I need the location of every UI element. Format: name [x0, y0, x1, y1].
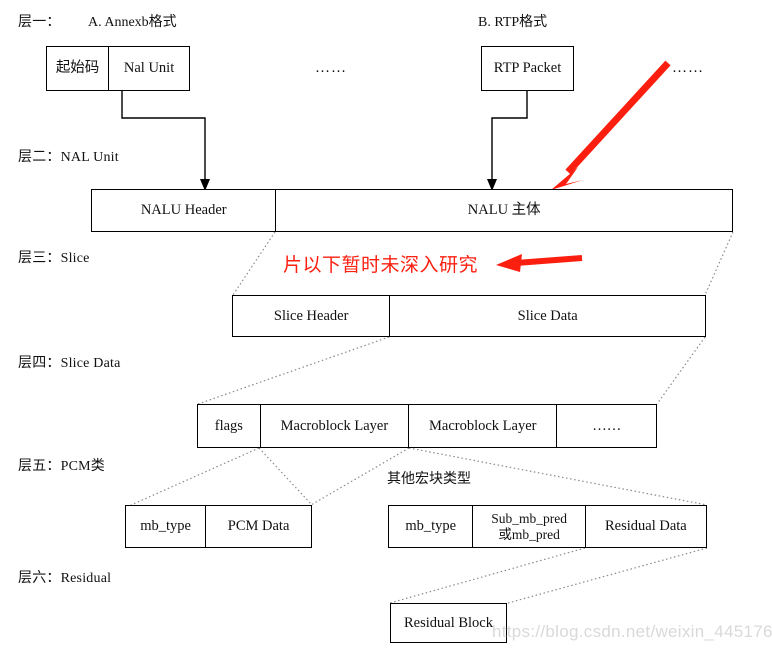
cell-other-mb-type[interactable]: mb_type [389, 506, 472, 547]
cell-macroblock-layer-2[interactable]: Macroblock Layer [408, 405, 556, 447]
layer-label-4: 层四：Slice Data [18, 356, 121, 371]
section-title-annexb: A. Annexb格式 [88, 15, 177, 30]
cell-flags[interactable]: flags [198, 405, 260, 447]
watermark-text: https://blog.csdn.net/weixin_44517656 [492, 622, 772, 641]
red-note-text: 片以下暂时未深入研究 [283, 255, 479, 276]
layer-label-3: 层三：Slice [18, 251, 90, 266]
cell-macroblock-more[interactable]: …… [556, 405, 656, 447]
layer-label-5: 层五：PCM类 [18, 459, 105, 474]
row-residual: Residual Block [390, 603, 507, 643]
row-slice-data: flags Macroblock Layer Macroblock Layer … [197, 404, 657, 448]
row-slice: Slice Header Slice Data [232, 295, 706, 337]
cell-residual-data[interactable]: Residual Data [584, 506, 706, 547]
row-pcm: mb_type PCM Data [125, 505, 312, 548]
layer-label-2: 层二：NAL Unit [18, 150, 119, 165]
cell-nalu-header[interactable]: NALU Header [92, 190, 275, 231]
diagram-canvas: 层一： 层二：NAL Unit 层三：Slice 层四：Slice Data 层… [0, 0, 772, 650]
cell-annexb-nal-unit[interactable]: Nal Unit [108, 47, 189, 90]
ellipsis-rtp-more: …… [672, 60, 704, 76]
cell-residual-block[interactable]: Residual Block [391, 604, 506, 642]
section-title-rtp: B. RTP格式 [478, 15, 548, 30]
row-annexb: 起始码 Nal Unit [46, 46, 190, 91]
layer-label-1: 层一： [18, 15, 61, 30]
cell-nalu-body[interactable]: NALU 主体 [275, 190, 732, 231]
row-nalu: NALU Header NALU 主体 [91, 189, 733, 232]
layer-label-6: 层六：Residual [18, 571, 112, 586]
cell-rtp-packet[interactable]: RTP Packet [482, 47, 573, 90]
row-other-macroblock: mb_type Sub_mb_pred 或mb_pred Residual Da… [388, 505, 707, 548]
cell-slice-header[interactable]: Slice Header [233, 296, 389, 336]
cell-sub-mb-pred[interactable]: Sub_mb_pred 或mb_pred [472, 506, 584, 547]
cell-pcm-mb-type[interactable]: mb_type [126, 506, 205, 547]
label-other-macroblock-type: 其他宏块类型 [387, 472, 471, 487]
cell-slice-data[interactable]: Slice Data [389, 296, 705, 336]
row-rtp: RTP Packet [481, 46, 574, 91]
cell-annexb-startcode[interactable]: 起始码 [47, 47, 108, 90]
cell-macroblock-layer-1[interactable]: Macroblock Layer [259, 405, 408, 447]
ellipsis-annexb-more: …… [315, 60, 347, 76]
cell-pcm-data[interactable]: PCM Data [205, 506, 311, 547]
red-note-arrow [496, 254, 583, 272]
